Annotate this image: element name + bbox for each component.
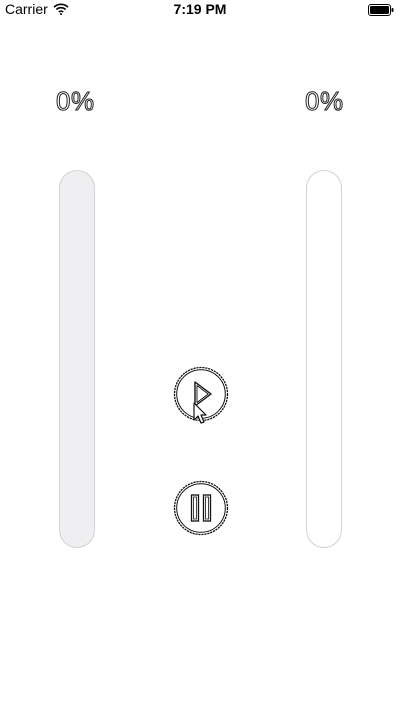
left-level-track: [59, 170, 95, 548]
clock: 7:19 PM: [173, 1, 227, 17]
battery-icon: [368, 3, 394, 16]
status-bar: Carrier 7:19 PM: [0, 0, 400, 20]
play-icon: [173, 366, 229, 422]
left-level-label: 0%: [56, 86, 95, 117]
screen: Carrier 7:19 PM 0% 0%: [0, 0, 400, 716]
pause-button[interactable]: [173, 480, 229, 536]
right-level-track: [306, 170, 342, 548]
play-button[interactable]: [173, 366, 229, 422]
pause-icon: [173, 480, 229, 536]
right-level-label: 0%: [305, 86, 344, 117]
